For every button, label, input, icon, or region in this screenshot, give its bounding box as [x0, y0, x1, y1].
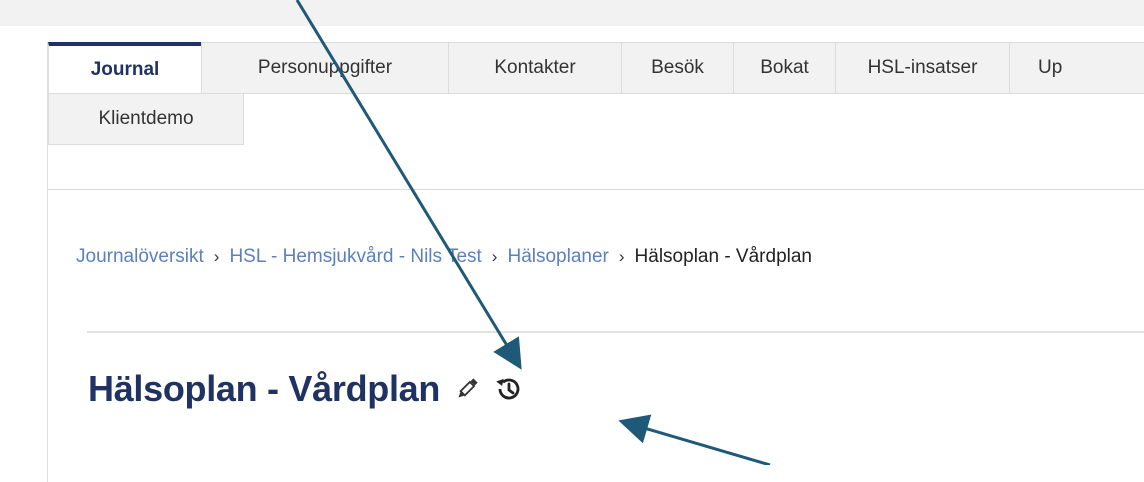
- breadcrumb-halsoplaner[interactable]: Hälsoplaner: [507, 246, 608, 268]
- tab-besok[interactable]: Besök: [621, 42, 734, 94]
- tab-personuppgifter[interactable]: Personuppgifter: [201, 42, 449, 94]
- tab-up[interactable]: Up: [1009, 42, 1144, 94]
- pencil-icon[interactable]: [454, 376, 480, 402]
- tab-bar: Journal Personuppgifter Kontakter Besök …: [48, 42, 1144, 146]
- tab-bokat[interactable]: Bokat: [733, 42, 836, 94]
- breadcrumb-hsl-hemsjukvard[interactable]: HSL - Hemsjukvård - Nils Test: [229, 246, 481, 268]
- tab-journal[interactable]: Journal: [48, 42, 202, 94]
- tab-klientdemo[interactable]: Klientdemo: [48, 93, 244, 145]
- tab-hsl-insatser[interactable]: HSL-insatser: [835, 42, 1010, 94]
- breadcrumb: Journalöversikt › HSL - Hemsjukvård - Ni…: [76, 246, 812, 268]
- breadcrumb-separator: ›: [491, 247, 498, 266]
- breadcrumb-separator: ›: [213, 247, 220, 266]
- page-header: Hälsoplan - Vårdplan: [88, 368, 524, 410]
- page-title: Hälsoplan - Vårdplan: [88, 368, 441, 409]
- top-strip: [0, 0, 1144, 26]
- breadcrumb-current: Hälsoplan - Vårdplan: [634, 246, 812, 267]
- breadcrumb-separator: ›: [618, 247, 625, 266]
- history-icon[interactable]: [494, 374, 524, 404]
- tabs-divider: [47, 189, 1144, 190]
- section-divider: [87, 331, 1144, 333]
- breadcrumb-journaloversikt[interactable]: Journalöversikt: [76, 246, 204, 268]
- tab-kontakter[interactable]: Kontakter: [448, 42, 622, 94]
